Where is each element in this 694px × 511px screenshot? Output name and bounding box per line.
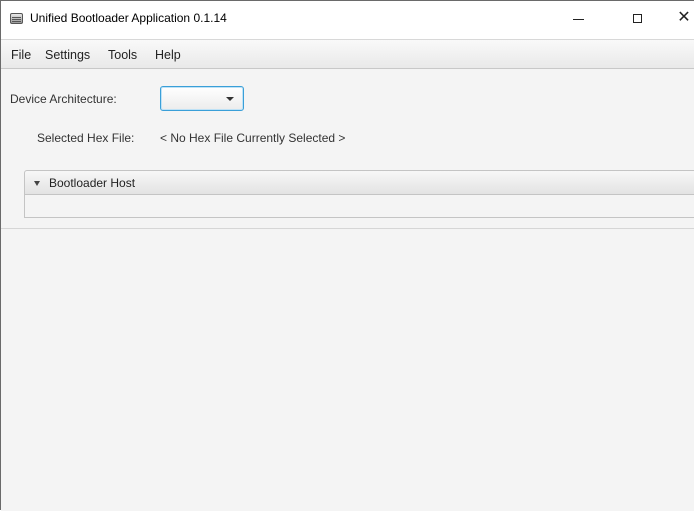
selected-hex-file-value: < No Hex File Currently Selected >	[160, 131, 346, 145]
minimize-button[interactable]	[555, 1, 601, 35]
bootloader-host-title: Bootloader Host	[49, 176, 136, 190]
bootloader-host-pane-body	[24, 195, 694, 218]
menu-help[interactable]: Help	[155, 48, 181, 62]
window-title: Unified Bootloader Application 0.1.14	[30, 11, 227, 25]
main-content: Device Architecture: Selected Hex File: …	[1, 69, 694, 229]
close-icon: ✕	[677, 9, 691, 26]
bootloader-host-pane-header[interactable]: Bootloader Host	[24, 170, 694, 195]
title-bar[interactable]: Unified Bootloader Application 0.1.14 ✕	[1, 1, 694, 39]
app-icon	[10, 13, 23, 24]
empty-workspace	[1, 229, 694, 511]
menu-tools[interactable]: Tools	[108, 48, 137, 62]
menu-file[interactable]: File	[11, 48, 31, 62]
maximize-icon	[632, 13, 642, 23]
close-button[interactable]: ✕	[661, 1, 694, 35]
selected-hex-file-label: Selected Hex File:	[37, 131, 135, 145]
menu-bar: File Settings Tools Help	[1, 39, 694, 69]
chevron-down-icon	[226, 97, 234, 101]
device-architecture-label: Device Architecture:	[10, 92, 117, 106]
application-window: Unified Bootloader Application 0.1.14 ✕ …	[0, 0, 694, 511]
maximize-button[interactable]	[614, 1, 660, 35]
device-architecture-dropdown[interactable]	[160, 86, 244, 111]
minimize-icon	[572, 18, 584, 20]
expand-arrow-icon	[34, 181, 40, 186]
menu-settings[interactable]: Settings	[45, 48, 90, 62]
bootloader-host-pane: Bootloader Host	[24, 170, 694, 218]
